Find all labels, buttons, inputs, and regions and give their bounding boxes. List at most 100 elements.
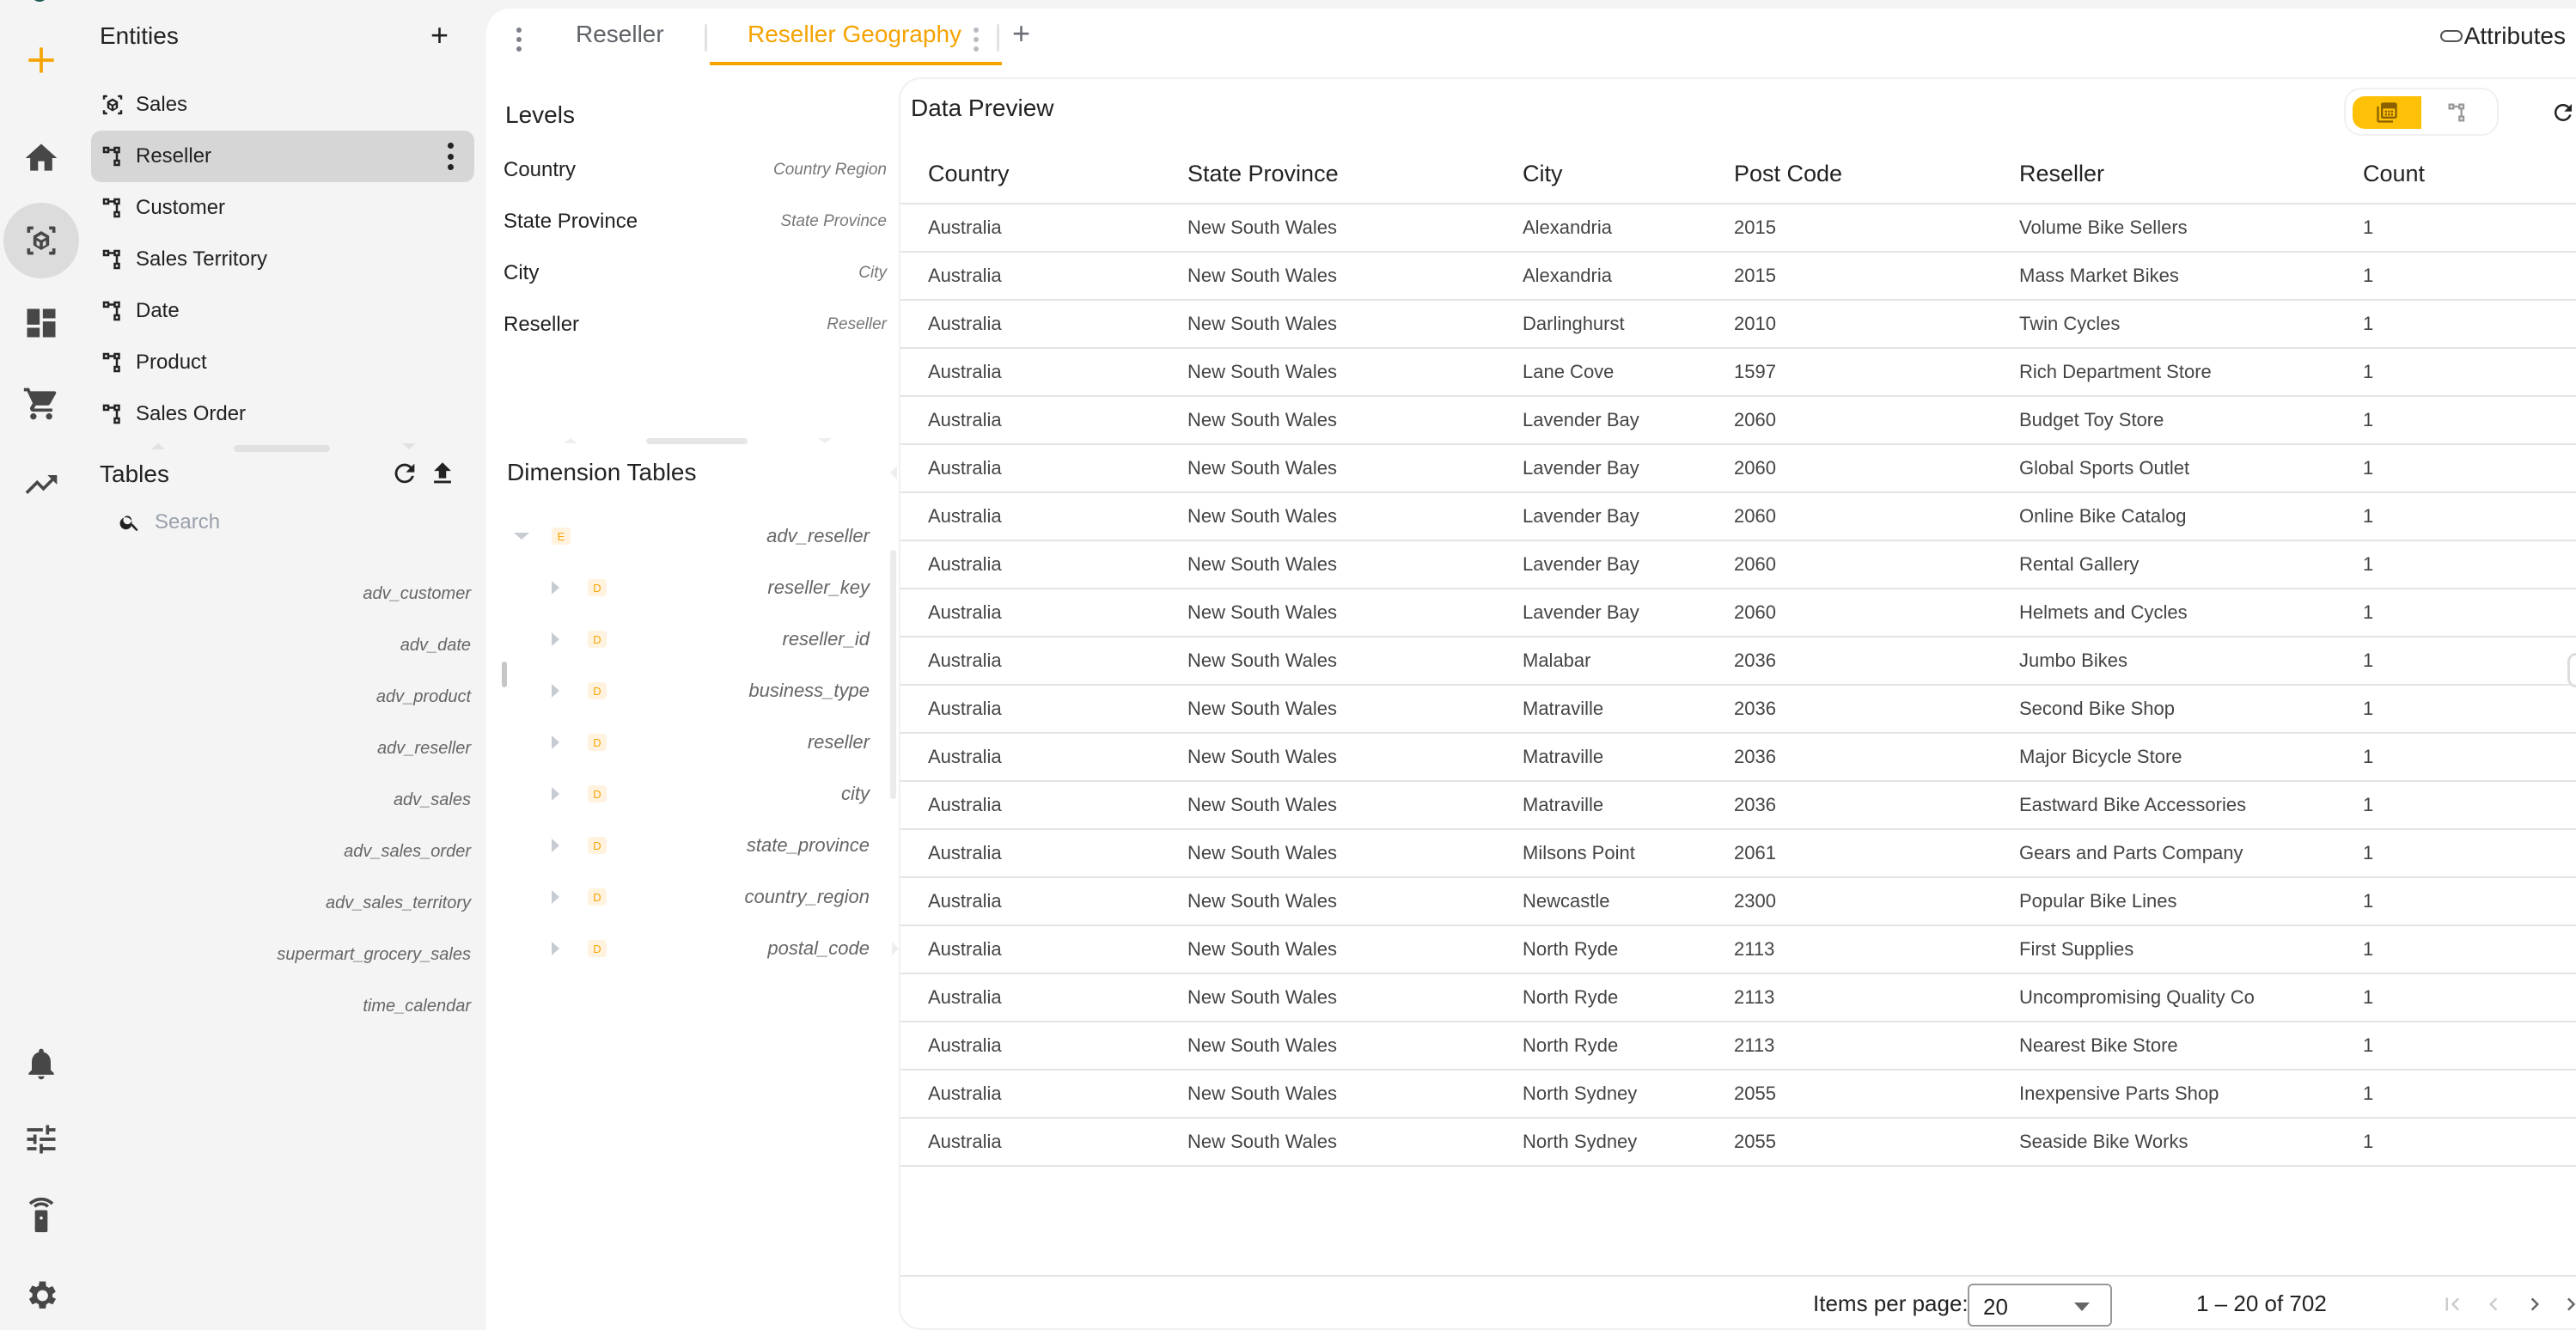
caret-right-icon[interactable]	[552, 735, 559, 749]
column-header[interactable]: City	[1523, 144, 1563, 203]
column-header[interactable]: Country	[928, 144, 1010, 203]
entity-item-product[interactable]: Product	[91, 337, 474, 388]
collapse-down-icon[interactable]	[818, 438, 832, 443]
table-row[interactable]: Australia New South Wales Alexandria 2015 Ma…	[900, 253, 2576, 301]
column-header[interactable]: Count	[2363, 144, 2425, 203]
gear-icon[interactable]	[19, 1273, 64, 1318]
refresh-preview-button[interactable]	[2550, 100, 2576, 125]
model-icon[interactable]	[3, 203, 79, 278]
collapse-down-icon[interactable]	[402, 443, 416, 449]
app-logo[interactable]	[31, 0, 48, 2]
table-row[interactable]: Australia New South Wales Lavender Bay 2060…	[900, 541, 2576, 589]
dimension-column-row[interactable]: Dcountry_region	[486, 871, 870, 923]
caret-right-icon[interactable]	[552, 581, 559, 595]
previous-page-button[interactable]	[2478, 1289, 2509, 1320]
entity-item-sales[interactable]: Sales	[91, 79, 474, 131]
first-page-button[interactable]	[2437, 1289, 2468, 1320]
collapse-left-icon[interactable]	[890, 466, 897, 479]
caret-down-icon[interactable]	[514, 533, 529, 540]
bell-icon[interactable]	[19, 1041, 64, 1086]
table-row[interactable]: Australia New South Wales Lavender Bay 2060…	[900, 397, 2576, 445]
items-per-page-select[interactable]: 20	[1968, 1284, 2112, 1327]
level-row[interactable]: City City	[504, 247, 887, 299]
attributes-toggle[interactable]: Attributes	[2439, 22, 2566, 50]
dimension-column-row[interactable]: Dcity	[486, 768, 870, 820]
table-item[interactable]: adv_sales_order	[82, 839, 471, 890]
table-item[interactable]: adv_customer	[82, 581, 471, 632]
table-row[interactable]: Australia New South Wales Malabar 2036 Jumbo…	[900, 638, 2576, 686]
table-row[interactable]: Australia New South Wales North Ryde 2113 Ne…	[900, 1022, 2576, 1071]
table-row[interactable]: Australia New South Wales Newcastle 2300 Pop…	[900, 878, 2576, 926]
table-row[interactable]: Australia New South Wales Lavender Bay 2060…	[900, 445, 2576, 493]
table-row[interactable]: Australia New South Wales Lane Cove 1597 Ric…	[900, 349, 2576, 397]
entity-item-customer[interactable]: Customer	[91, 182, 474, 234]
levels-resize-handle[interactable]	[646, 438, 748, 444]
table-item[interactable]: adv_date	[82, 632, 471, 684]
table-row[interactable]: Australia New South Wales Lavender Bay 2060…	[900, 589, 2576, 638]
entity-item-sales-territory[interactable]: Sales Territory	[91, 234, 474, 285]
cart-icon[interactable]	[19, 381, 64, 426]
dimension-column-row[interactable]: Dreseller	[486, 717, 870, 768]
caret-right-icon[interactable]	[552, 632, 559, 646]
level-row[interactable]: Country Country Region	[504, 144, 887, 196]
table-row[interactable]: Australia New South Wales Alexandria 2015 Vo…	[900, 204, 2576, 253]
table-row[interactable]: Australia New South Wales Matraville 2036 Ma…	[900, 734, 2576, 782]
add-entity-button[interactable]: +	[430, 17, 449, 53]
side-panel-handle[interactable]	[2567, 653, 2576, 687]
caret-right-icon[interactable]	[552, 942, 559, 955]
column-header[interactable]: Reseller	[2019, 144, 2104, 203]
refresh-tables-button[interactable]	[390, 459, 419, 488]
tab-reseller-geography[interactable]: Reseller Geography	[748, 21, 961, 48]
dimension-column-row[interactable]: Dreseller_key	[486, 562, 870, 613]
table-row[interactable]: Australia New South Wales North Ryde 2113 Fi…	[900, 926, 2576, 974]
last-page-button[interactable]	[2559, 1289, 2576, 1320]
expand-right-icon[interactable]	[892, 942, 899, 955]
table-item[interactable]: supermart_grocery_sales	[82, 942, 471, 993]
next-page-button[interactable]	[2519, 1289, 2550, 1320]
dimension-column-row[interactable]: Dstate_province	[486, 820, 870, 871]
table-item[interactable]: adv_sales	[82, 787, 471, 839]
add-tab-button[interactable]: +	[1012, 15, 1030, 52]
level-row[interactable]: State Province State Province	[504, 196, 887, 247]
table-row[interactable]: Australia New South Wales North Sydney 2055…	[900, 1119, 2576, 1167]
collapse-up-icon[interactable]	[564, 438, 577, 443]
dashboard-icon[interactable]	[19, 301, 64, 345]
tables-search-input[interactable]	[155, 510, 447, 534]
level-row[interactable]: Reseller Reseller	[504, 299, 887, 351]
table-row[interactable]: Australia New South Wales Matraville 2036 Se…	[900, 686, 2576, 734]
table-row[interactable]: Australia New South Wales Darlinghurst 2010…	[900, 301, 2576, 349]
table-row[interactable]: Australia New South Wales Milsons Point 206…	[900, 830, 2576, 878]
caret-right-icon[interactable]	[552, 890, 559, 904]
table-item[interactable]: adv_sales_territory	[82, 890, 471, 942]
table-row[interactable]: Australia New South Wales North Ryde 2113 Un…	[900, 974, 2576, 1022]
dimension-column-row[interactable]: Dreseller_id	[486, 613, 870, 665]
entity-item-date[interactable]: Date	[91, 285, 474, 337]
add-icon[interactable]	[19, 38, 64, 82]
table-view-button[interactable]	[2353, 96, 2421, 129]
dimension-table-row[interactable]: Eadv_reseller	[486, 510, 870, 562]
caret-right-icon[interactable]	[552, 684, 559, 698]
tab-reseller[interactable]: Reseller	[576, 21, 664, 48]
column-header[interactable]: Post Code	[1734, 144, 1842, 203]
table-item[interactable]: time_calendar	[82, 993, 471, 1045]
home-icon[interactable]	[19, 136, 64, 180]
dimension-column-row[interactable]: Dpostal_code	[486, 923, 870, 974]
upload-table-button[interactable]	[428, 459, 457, 488]
dimension-scrollbar[interactable]	[890, 550, 896, 799]
table-row[interactable]: Australia New South Wales North Sydney 2055…	[900, 1071, 2576, 1119]
more-options-icon[interactable]	[447, 143, 454, 170]
dimension-column-row[interactable]: Dbusiness_type	[486, 665, 870, 717]
table-row[interactable]: Australia New South Wales Lavender Bay 2060…	[900, 493, 2576, 541]
tab-bar-menu-icon[interactable]	[516, 27, 522, 52]
table-row[interactable]: Australia New South Wales Matraville 2036 Ea…	[900, 782, 2576, 830]
panel-resize-handle[interactable]	[234, 445, 330, 452]
column-header[interactable]: State Province	[1187, 144, 1339, 203]
collapse-up-icon[interactable]	[151, 443, 165, 449]
caret-right-icon[interactable]	[552, 787, 559, 801]
entity-item-reseller[interactable]: Reseller	[91, 131, 474, 182]
hierarchy-view-button[interactable]	[2423, 96, 2492, 129]
tune-icon[interactable]	[19, 1117, 64, 1162]
trending-icon[interactable]	[19, 462, 64, 507]
remote-icon[interactable]	[19, 1193, 64, 1237]
table-item[interactable]: adv_reseller	[82, 735, 471, 787]
